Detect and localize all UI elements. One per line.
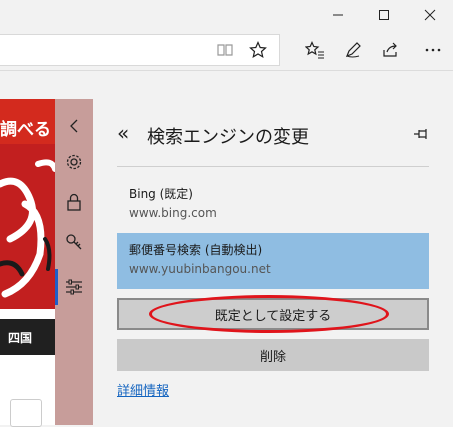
maximize-button[interactable] xyxy=(361,0,407,30)
reading-view-icon xyxy=(217,44,233,56)
web-page: 調べる 四国 xyxy=(0,99,55,427)
toolbar-divider xyxy=(0,70,453,71)
pane-divider xyxy=(117,166,429,167)
page-banner: 調べる xyxy=(0,99,55,309)
hub-rail xyxy=(55,99,93,425)
engine-item-bing[interactable]: Bing (既定) www.bing.com xyxy=(117,177,429,233)
reading-view-button[interactable] xyxy=(210,35,240,65)
banner-text: 調べる xyxy=(0,120,51,140)
minimize-button[interactable] xyxy=(315,0,361,30)
title-bar xyxy=(0,0,453,30)
advanced-settings-button[interactable] xyxy=(55,272,93,302)
general-settings-button[interactable] xyxy=(55,147,93,177)
address-bar[interactable] xyxy=(0,34,280,66)
engine-url: www.yuubinbangou.net xyxy=(129,262,271,276)
search-engine-pane: « 検索エンジンの変更 Bing (既定) www.bing.com 郵便番号検… xyxy=(93,99,453,425)
banner-header: 調べる xyxy=(0,99,55,144)
more-button[interactable] xyxy=(418,35,448,65)
lock-icon xyxy=(67,193,81,211)
sliders-icon xyxy=(66,279,82,295)
pen-icon xyxy=(345,42,361,58)
share-button[interactable] xyxy=(376,35,406,65)
highlight-circle xyxy=(149,295,389,333)
banner-calligraphy xyxy=(0,159,55,298)
learn-more-link[interactable]: 詳細情報 xyxy=(117,380,169,399)
back-button[interactable]: « xyxy=(117,121,129,145)
share-icon xyxy=(383,42,397,57)
passwords-settings-button[interactable] xyxy=(55,227,93,257)
minimize-icon xyxy=(333,14,343,16)
collapse-button[interactable] xyxy=(55,111,93,141)
privacy-settings-button[interactable] xyxy=(55,187,93,217)
web-note-button[interactable] xyxy=(338,35,368,65)
region-tab[interactable]: 四国 xyxy=(0,319,55,355)
engine-name: Bing (既定) xyxy=(129,187,193,201)
star-icon xyxy=(249,41,267,59)
maximize-icon xyxy=(379,10,389,20)
more-icon xyxy=(425,48,441,52)
chevron-left-icon xyxy=(70,119,78,133)
region-label: 四国 xyxy=(8,331,33,345)
engine-name: 郵便番号検索 (自動検出) xyxy=(129,243,263,257)
gear-icon xyxy=(66,154,82,170)
engine-url: www.bing.com xyxy=(129,206,217,220)
remove-button[interactable]: 削除 xyxy=(117,339,429,371)
pin-icon xyxy=(414,129,427,139)
page-search-box[interactable] xyxy=(10,399,42,427)
pin-button[interactable] xyxy=(413,125,429,144)
browser-toolbar xyxy=(0,30,453,70)
engine-item-yuubinbangou[interactable]: 郵便番号検索 (自動検出) www.yuubinbangou.net xyxy=(117,233,429,289)
key-icon xyxy=(66,234,82,250)
close-icon xyxy=(424,9,436,21)
favorites-hub-button[interactable] xyxy=(300,35,330,65)
favorites-list-icon xyxy=(305,41,324,59)
favorite-button[interactable] xyxy=(243,35,273,65)
pane-title: 検索エンジンの変更 xyxy=(147,127,309,148)
close-button[interactable] xyxy=(407,0,453,30)
